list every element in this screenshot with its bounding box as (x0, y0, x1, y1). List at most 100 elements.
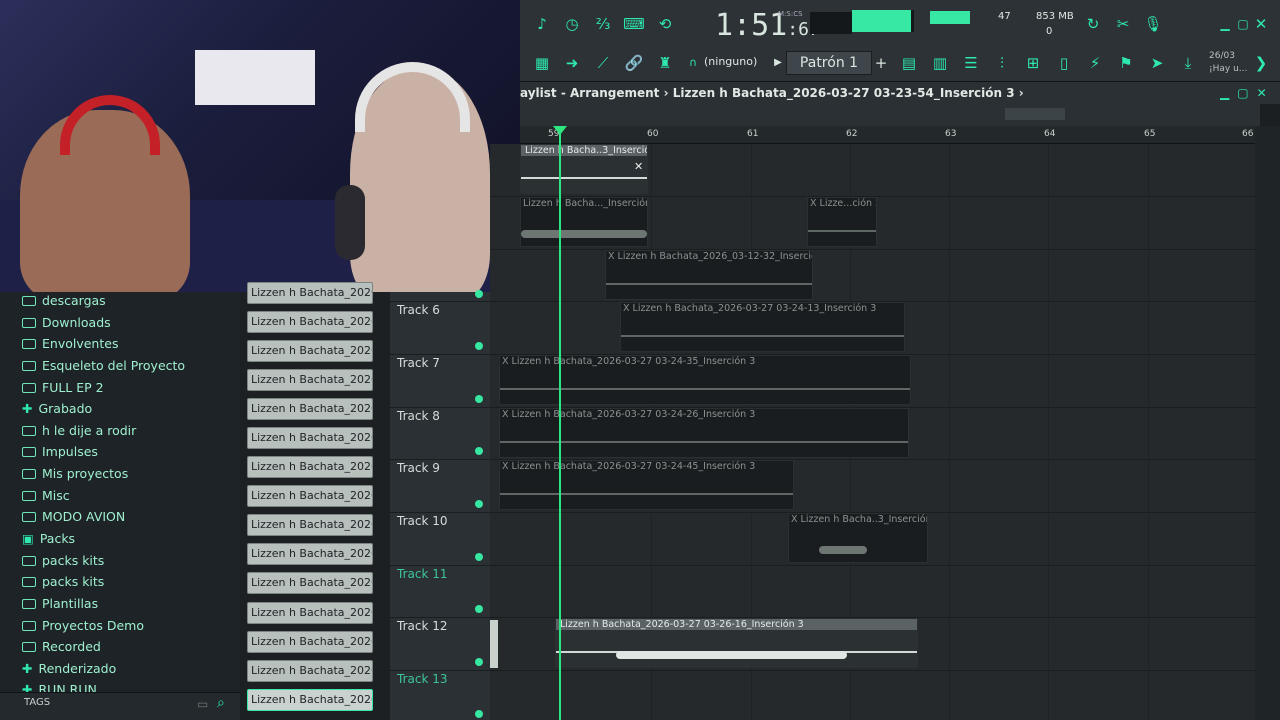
clip-source-item[interactable]: Lizzen h Bachata_2026-0... (247, 485, 373, 507)
browser-folder[interactable]: Envolventes (22, 336, 118, 356)
loop-record-icon[interactable]: ⟲ (652, 12, 678, 36)
audio-clip[interactable]: X Lizze...ción 3 (807, 197, 877, 247)
undo-icon[interactable]: ↻ (1080, 12, 1106, 36)
audio-clip[interactable]: Lizzen h Bacha..._Inserción 3 (520, 197, 648, 247)
clip-source-item[interactable]: Lizzen h Bachata_2026-0... (247, 660, 373, 682)
more-icon[interactable]: ❯ (1248, 51, 1274, 75)
track-name[interactable]: Track 6 (397, 303, 440, 317)
audio-clip[interactable]: X Lizzen h Bacha..3_Inserción 3 (788, 513, 928, 563)
tempo-icon[interactable]: ⚑ (1113, 51, 1139, 75)
track-mute-led[interactable] (475, 500, 483, 508)
clip-source-item[interactable]: Lizzen h Bachata_2026-0... (247, 369, 373, 391)
track-name[interactable]: Track 10 (397, 514, 447, 528)
track-mute-led[interactable] (475, 605, 483, 613)
browser-folder[interactable]: packs kits (22, 553, 104, 573)
clip-source-item[interactable]: Lizzen h Bachata_2026-0... (247, 456, 373, 478)
playhead[interactable] (559, 130, 561, 720)
track-mute-led[interactable] (475, 290, 483, 298)
track-mute-led[interactable] (475, 447, 483, 455)
track-name[interactable]: Track 12 (397, 619, 447, 633)
stamp-icon[interactable]: ♜ (652, 51, 678, 75)
vertical-scrollbar[interactable] (1255, 126, 1280, 720)
track-mute-led[interactable] (475, 395, 483, 403)
track-mute-led[interactable] (475, 658, 483, 666)
mic-icon[interactable]: 🎙 (1140, 12, 1166, 36)
browser-folder[interactable]: Plantillas (22, 596, 98, 616)
bar-number: 63 (945, 129, 957, 139)
playlist-overview[interactable] (520, 104, 1260, 126)
clip-source-item[interactable]: Lizzen h Bachata_2026-0... (247, 631, 373, 653)
magnet-icon[interactable]: ∩ (680, 51, 706, 75)
playlist-window-controls[interactable]: ▁▢✕ (1220, 86, 1275, 100)
audio-clip[interactable]: Lizzen h Bachata_2026-03-27 03-26-16_Ins… (555, 618, 918, 668)
track-name[interactable]: Track 8 (397, 409, 440, 423)
track-name[interactable]: Track 7 (397, 356, 440, 370)
headphones-right (355, 62, 470, 132)
wait-record-icon[interactable]: ◷ (559, 12, 585, 36)
folder-icon[interactable]: ▭ (197, 697, 208, 711)
browser-folder[interactable]: Mis proyectos (22, 466, 128, 486)
browser-folder[interactable]: h le dije a rodir (22, 423, 136, 443)
clip-source-item[interactable]: Lizzen h Bachata_2026-0... (247, 689, 373, 711)
browser-folder[interactable]: Recorded (22, 639, 101, 659)
search-icon[interactable]: ⌕ (217, 695, 225, 711)
tags-label[interactable]: TAGS (24, 697, 50, 708)
browser-folder[interactable]: ✚ RUN RUN (22, 682, 97, 692)
browser-folder[interactable]: ▣ Packs (22, 531, 75, 551)
clip-source-item[interactable]: Lizzen h Bachata_2026-0... (247, 340, 373, 362)
audio-clip[interactable]: X Lizzen h Bachata_2026-03-27 03-24-45_I… (499, 460, 794, 510)
clip-source-item[interactable]: Lizzen h Bachata_2026-0... (247, 427, 373, 449)
clip-source-item[interactable]: Lizzen h Bachata_2026-0... (247, 514, 373, 536)
clip-source-item[interactable]: Lizzen h Bachata_2026-0... (247, 602, 373, 624)
track-mute-led[interactable] (475, 710, 483, 718)
browser-folder[interactable]: ✚ Renderizado (22, 661, 116, 681)
metronome-icon[interactable]: ♪ (529, 12, 555, 36)
browser-folder[interactable]: FULL EP 2 (22, 380, 104, 400)
audio-clip[interactable]: Lizzen h Bacha..3_Inserción 3 (520, 144, 648, 194)
browser-folder[interactable]: Impulses (22, 444, 98, 464)
clip-source-item[interactable]: Lizzen h Bachata_2026-0... (247, 398, 373, 420)
file-icon[interactable]: ▯ (1051, 51, 1077, 75)
send-icon[interactable]: ➤ (1144, 51, 1170, 75)
piano-icon[interactable]: ▦ (529, 51, 555, 75)
pattern-selector[interactable]: Patrón 1 (786, 51, 872, 75)
snap-selector[interactable]: (ninguno) (704, 55, 757, 68)
countdown-icon[interactable]: ⅔ (590, 12, 616, 36)
clip-source-item[interactable]: Lizzen h Bachata_2026-0... (247, 282, 373, 304)
clip-source-item[interactable]: Lizzen h Bachata_2026-0... (247, 311, 373, 333)
audio-clip[interactable]: X Lizzen h Bachata_2026-03-27 03-24-13_I… (620, 302, 905, 352)
browser-folder[interactable]: packs kits (22, 574, 104, 594)
track-mute-led[interactable] (475, 342, 483, 350)
clip-source-item[interactable]: Lizzen h Bachata_2026-0... (247, 543, 373, 565)
browser-folder[interactable]: Proyectos Demo (22, 618, 144, 638)
browser-folder[interactable]: MODO AVION (22, 509, 125, 529)
bar-ruler[interactable]: 59 60 61 62 63 64 65 66 (520, 126, 1260, 144)
step-edit-icon[interactable]: ⌨ (621, 12, 647, 36)
clip-close-icon[interactable]: ✕ (634, 160, 643, 173)
browser-folder[interactable]: Esqueleto del Proyecto (22, 358, 185, 378)
download-icon[interactable]: ⤓ (1175, 51, 1201, 75)
paint-icon[interactable]: ⟋ (590, 51, 616, 75)
browser-folder[interactable]: ✚ Grabado (22, 401, 92, 421)
track-name[interactable]: Track 9 (397, 461, 440, 475)
browser-folder[interactable]: descargas (22, 293, 106, 313)
browser-folder[interactable]: Misc (22, 488, 70, 508)
arrow-icon[interactable]: ➜ (559, 51, 585, 75)
mixer-icon[interactable]: ⫶ (989, 51, 1015, 75)
browser-folder[interactable]: Downloads (22, 315, 111, 335)
playlist-icon[interactable]: ▤ (896, 51, 922, 75)
track-name[interactable]: Track 13 (397, 672, 447, 686)
track-mute-led[interactable] (475, 553, 483, 561)
close-icon[interactable]: ✕ (1248, 12, 1274, 36)
piano-roll-icon[interactable]: ▥ (927, 51, 953, 75)
pattern-add-button[interactable]: + (868, 51, 894, 75)
cut-icon[interactable]: ✂ (1110, 12, 1136, 36)
track-name[interactable]: Track 11 (397, 567, 447, 581)
clip-source-item[interactable]: Lizzen h Bachata_2026-0... (247, 572, 373, 594)
channel-rack-icon[interactable]: ☰ (958, 51, 984, 75)
plugin-icon[interactable]: ⚡ (1082, 51, 1108, 75)
audio-clip[interactable]: X Lizzen h Bachata_2026_03-12-32_Inserci… (605, 250, 813, 300)
overview-scrollbar[interactable] (1005, 108, 1065, 120)
link-icon[interactable]: 🔗 (621, 51, 647, 75)
browser-icon[interactable]: ⊞ (1020, 51, 1046, 75)
